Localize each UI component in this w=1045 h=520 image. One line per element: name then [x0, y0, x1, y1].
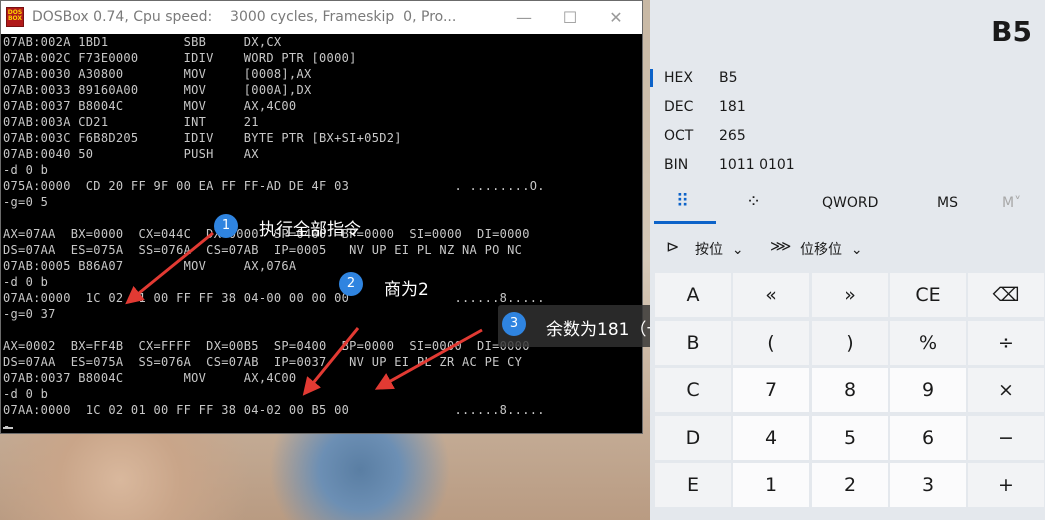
radix-label: BIN	[664, 157, 689, 173]
backspace-button[interactable]: ⌫	[968, 273, 1044, 317]
digit-5-button[interactable]: 5	[812, 416, 888, 460]
radix-value: 181	[719, 99, 746, 115]
digit-7-button[interactable]: 7	[733, 368, 809, 412]
radix-value: 1011 0101	[719, 157, 795, 173]
key-c[interactable]: C	[655, 368, 731, 412]
radix-hex[interactable]: HEX B5	[650, 70, 950, 98]
shift-left-button[interactable]: «	[733, 273, 809, 317]
arrow-3	[374, 328, 483, 390]
radix-bin[interactable]: BIN 1011 0101	[650, 157, 950, 185]
clear-entry-button[interactable]: CE	[890, 273, 966, 317]
annotation-text-1: 执行全部指令	[259, 220, 361, 240]
radix-label: OCT	[664, 128, 694, 144]
annotation-badge-3: 3	[502, 312, 526, 336]
arrow-1	[125, 231, 214, 305]
annotation-badge-1: 1	[214, 214, 238, 238]
logic-gate-icon: ⊳	[666, 237, 680, 256]
digit-1-button[interactable]: 1	[733, 463, 809, 507]
calculator-display: B5	[991, 15, 1032, 48]
keypad-icon[interactable]: ⠿	[676, 191, 689, 212]
digit-6-button[interactable]: 6	[890, 416, 966, 460]
annotation-text-2: 商为2	[384, 280, 429, 300]
digit-4-button[interactable]: 4	[733, 416, 809, 460]
digit-9-button[interactable]: 9	[890, 368, 966, 412]
memory-store-button[interactable]: MS	[937, 195, 958, 211]
percent-button[interactable]: %	[890, 321, 966, 365]
radix-value: 265	[719, 128, 746, 144]
mode-underline	[654, 221, 716, 224]
annotation-arrows	[125, 231, 483, 396]
key-b[interactable]: B	[655, 321, 731, 365]
key-a[interactable]: A	[655, 273, 731, 317]
radix-label: DEC	[664, 99, 694, 115]
bitwise-dropdown[interactable]: 按位 ⌄	[695, 239, 744, 259]
annotation-badge-2: 2	[339, 272, 363, 296]
calculator-window[interactable]: B5 HEX B5 DEC 181 OCT 265 BIN 1011 0101 …	[650, 0, 1045, 520]
bit-toggle-icon[interactable]: ⁘	[746, 191, 761, 212]
radix-value: B5	[719, 70, 738, 86]
digit-2-button[interactable]: 2	[812, 463, 888, 507]
calculator-mode-bar: ⠿ ⁘ QWORD MS M˅	[650, 186, 1045, 224]
key-e[interactable]: E	[655, 463, 731, 507]
word-size-button[interactable]: QWORD	[822, 195, 878, 211]
radix-dec[interactable]: DEC 181	[650, 99, 950, 127]
bitshift-dropdown[interactable]: 位移位 ⌄	[800, 239, 863, 259]
radix-oct[interactable]: OCT 265	[650, 128, 950, 156]
digit-8-button[interactable]: 8	[812, 368, 888, 412]
divide-button[interactable]: ÷	[968, 321, 1044, 365]
digit-3-button[interactable]: 3	[890, 463, 966, 507]
plus-button[interactable]: +	[968, 463, 1044, 507]
radix-label: HEX	[664, 70, 693, 86]
close-paren-button[interactable]: )	[812, 321, 888, 365]
shift-right-button[interactable]: »	[812, 273, 888, 317]
minus-button[interactable]: −	[968, 416, 1044, 460]
multiply-button[interactable]: ×	[968, 368, 1044, 412]
bitshift-icon: ⋙	[770, 237, 792, 255]
key-d[interactable]: D	[655, 416, 731, 460]
memory-dropdown-button[interactable]: M˅	[1002, 195, 1021, 211]
arrow-2	[302, 327, 360, 396]
open-paren-button[interactable]: (	[733, 321, 809, 365]
